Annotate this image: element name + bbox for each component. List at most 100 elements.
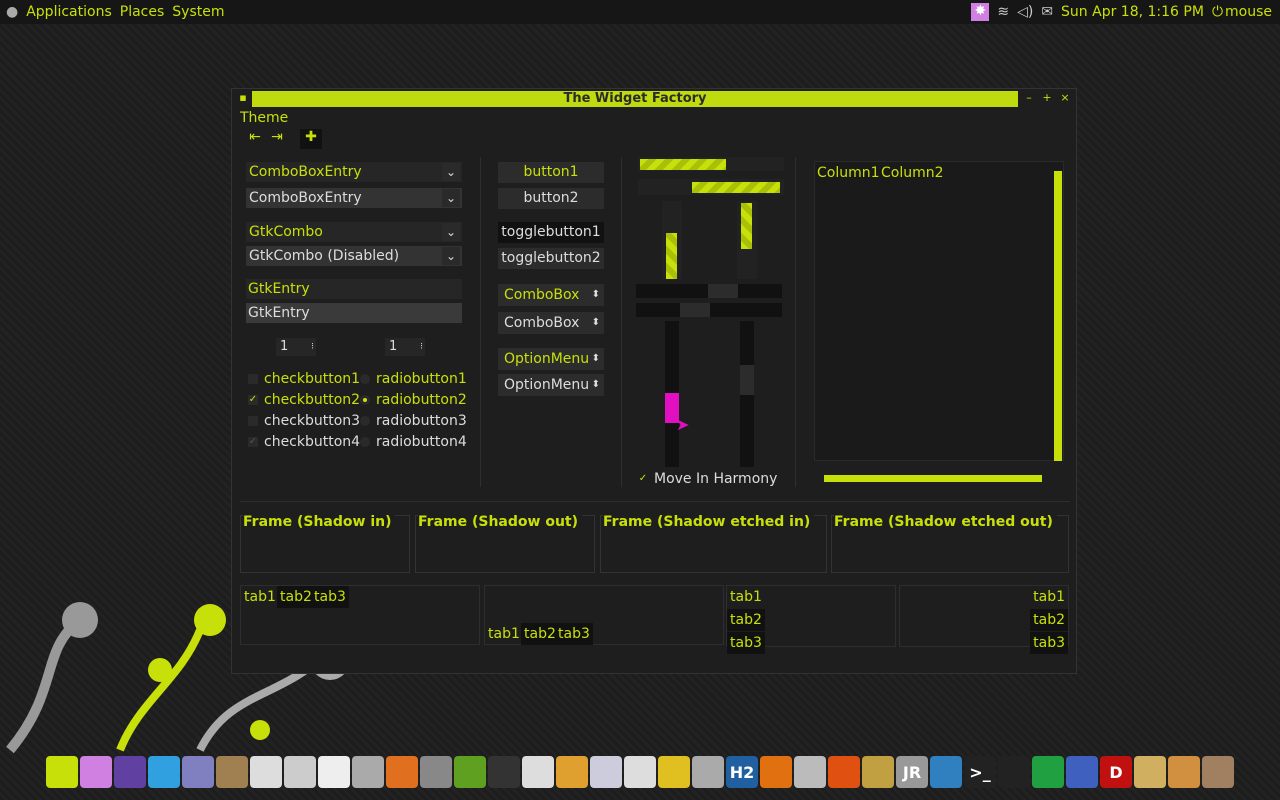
window-title[interactable]: The Widget Factory — [252, 91, 1018, 107]
vscale-1[interactable] — [665, 321, 679, 467]
power-icon[interactable]: ⏻ — [1212, 4, 1223, 20]
terminal-icon[interactable]: >_ — [964, 756, 996, 788]
jr-icon[interactable]: JR — [896, 756, 928, 788]
folder-up-icon[interactable] — [1168, 756, 1200, 788]
vertical-scrollbar[interactable] — [1054, 171, 1062, 461]
flower-icon[interactable] — [80, 756, 112, 788]
aperture-icon[interactable] — [352, 756, 384, 788]
blender-icon[interactable] — [386, 756, 418, 788]
comboboxentry-2[interactable]: ComboBoxEntry ⌄ — [246, 188, 462, 208]
last-icon[interactable]: ⇥ — [266, 129, 288, 149]
ipod-icon[interactable] — [794, 756, 826, 788]
volume-icon[interactable]: ◁) — [1017, 4, 1033, 20]
chevron-down-icon[interactable]: ⌄ — [442, 223, 460, 241]
wifi-icon[interactable]: ≋ — [997, 4, 1009, 20]
radiobutton-2[interactable]: radiobutton2 — [360, 392, 467, 408]
plant-icon[interactable] — [454, 756, 486, 788]
radiobutton-3[interactable]: radiobutton3 — [360, 413, 467, 429]
doc-icon[interactable] — [522, 756, 554, 788]
radio-selected[interactable] — [360, 395, 370, 405]
first-icon[interactable]: ⇤ — [244, 129, 266, 149]
notes-icon[interactable] — [658, 756, 690, 788]
gtkentry-1[interactable]: GtkEntry — [246, 279, 462, 299]
add-icon[interactable]: ✚ — [300, 129, 322, 149]
flower-tray-icon[interactable]: ✸ — [971, 3, 990, 21]
hscale-handle[interactable] — [708, 284, 738, 298]
optionmenu-1[interactable]: OptionMenu ⬍ — [498, 348, 604, 370]
chart-icon[interactable] — [556, 756, 588, 788]
spinbutton-1[interactable]: 1 ⁝ — [276, 338, 316, 356]
windows-icon[interactable] — [1032, 756, 1064, 788]
vscale-2[interactable] — [740, 321, 754, 467]
gnome-foot-icon[interactable]: ● — [6, 4, 18, 20]
text-icon[interactable] — [624, 756, 656, 788]
treeview[interactable]: Column1 Column2 — [814, 161, 1064, 461]
mail-icon[interactable] — [250, 756, 282, 788]
menu-places[interactable]: Places — [120, 4, 165, 20]
close-icon[interactable]: × — [1058, 91, 1072, 105]
button-1[interactable]: button1 — [498, 162, 604, 183]
column-header-1[interactable]: Column1 — [817, 165, 880, 181]
scanner-icon[interactable] — [318, 756, 350, 788]
inkscape-icon[interactable] — [488, 756, 520, 788]
gimp-icon[interactable] — [420, 756, 452, 788]
move-in-harmony-check[interactable]: ✓ Move In Harmony — [638, 471, 778, 487]
checkbutton-2[interactable]: ✓ checkbutton2 — [248, 392, 360, 408]
tab-3[interactable]: tab3 — [311, 586, 349, 608]
spin-arrows-icon[interactable]: ⁝ — [311, 338, 314, 356]
hscale-1[interactable] — [636, 284, 782, 298]
togglebutton-2[interactable]: togglebutton2 — [498, 248, 604, 269]
minimize-icon[interactable]: – — [1022, 91, 1036, 105]
clock[interactable]: Sun Apr 18, 1:16 PM — [1061, 4, 1204, 20]
tab-1[interactable]: tab1 — [241, 586, 279, 608]
optionmenu-2[interactable]: OptionMenu ⬍ — [498, 374, 604, 396]
checkbox[interactable] — [248, 374, 258, 384]
h2-icon[interactable]: H2 — [726, 756, 758, 788]
tab-2[interactable]: tab2 — [277, 586, 315, 608]
skype-icon[interactable] — [148, 756, 180, 788]
vlc-icon[interactable] — [760, 756, 792, 788]
ball-icon[interactable] — [1066, 756, 1098, 788]
tab-2[interactable]: tab2 — [727, 609, 765, 631]
menu-system[interactable]: System — [172, 4, 224, 20]
brush-icon[interactable] — [862, 756, 894, 788]
checkbutton-4[interactable]: ✓ checkbutton4 — [248, 434, 360, 450]
radiobutton-1[interactable]: radiobutton1 — [360, 371, 467, 387]
tab-3[interactable]: tab3 — [555, 623, 593, 645]
d-icon[interactable]: D — [1100, 756, 1132, 788]
comboboxentry-1[interactable]: ComboBoxEntry ⌄ — [246, 162, 462, 182]
radio[interactable] — [360, 374, 370, 384]
checkbox-checked[interactable]: ✓ — [638, 474, 648, 484]
checkbutton-1[interactable]: checkbutton1 — [248, 371, 360, 387]
togglebutton-1[interactable]: togglebutton1 — [498, 222, 604, 243]
combobox-1[interactable]: ComboBox ⬍ — [498, 284, 604, 306]
disk-icon[interactable] — [692, 756, 724, 788]
radio[interactable] — [360, 416, 370, 426]
tab-3[interactable]: tab3 — [1030, 632, 1068, 654]
mail-icon[interactable]: ✉ — [1041, 4, 1053, 20]
menu-applications[interactable]: Applications — [26, 4, 112, 20]
tab-2[interactable]: tab2 — [1030, 609, 1068, 631]
horizontal-scrollbar[interactable] — [824, 475, 1042, 482]
checkbox[interactable] — [248, 416, 258, 426]
anchor-icon[interactable] — [46, 756, 78, 788]
globe-icon[interactable] — [114, 756, 146, 788]
gtkentry-2[interactable]: GtkEntry — [246, 303, 462, 323]
checkbox-checked[interactable]: ✓ — [248, 437, 258, 447]
tab-1[interactable]: tab1 — [1030, 586, 1068, 608]
tab-3[interactable]: tab3 — [727, 632, 765, 654]
radio[interactable] — [360, 437, 370, 447]
checkbutton-3[interactable]: checkbutton3 — [248, 413, 360, 429]
column-header-2[interactable]: Column2 — [881, 165, 944, 181]
monitor-icon[interactable] — [930, 756, 962, 788]
chevron-down-icon[interactable]: ⌄ — [442, 189, 460, 207]
spinbutton-2[interactable]: 1 ⁝ — [385, 338, 425, 356]
spin-arrows-icon[interactable]: ⁝ — [420, 338, 423, 356]
doc2-icon[interactable] — [590, 756, 622, 788]
archive-icon[interactable] — [1202, 756, 1234, 788]
vscale-handle[interactable] — [740, 365, 754, 395]
film-icon[interactable] — [216, 756, 248, 788]
fire-icon[interactable] — [828, 756, 860, 788]
window-menu-icon[interactable]: ▪ — [236, 91, 250, 105]
weather-icon[interactable] — [284, 756, 316, 788]
